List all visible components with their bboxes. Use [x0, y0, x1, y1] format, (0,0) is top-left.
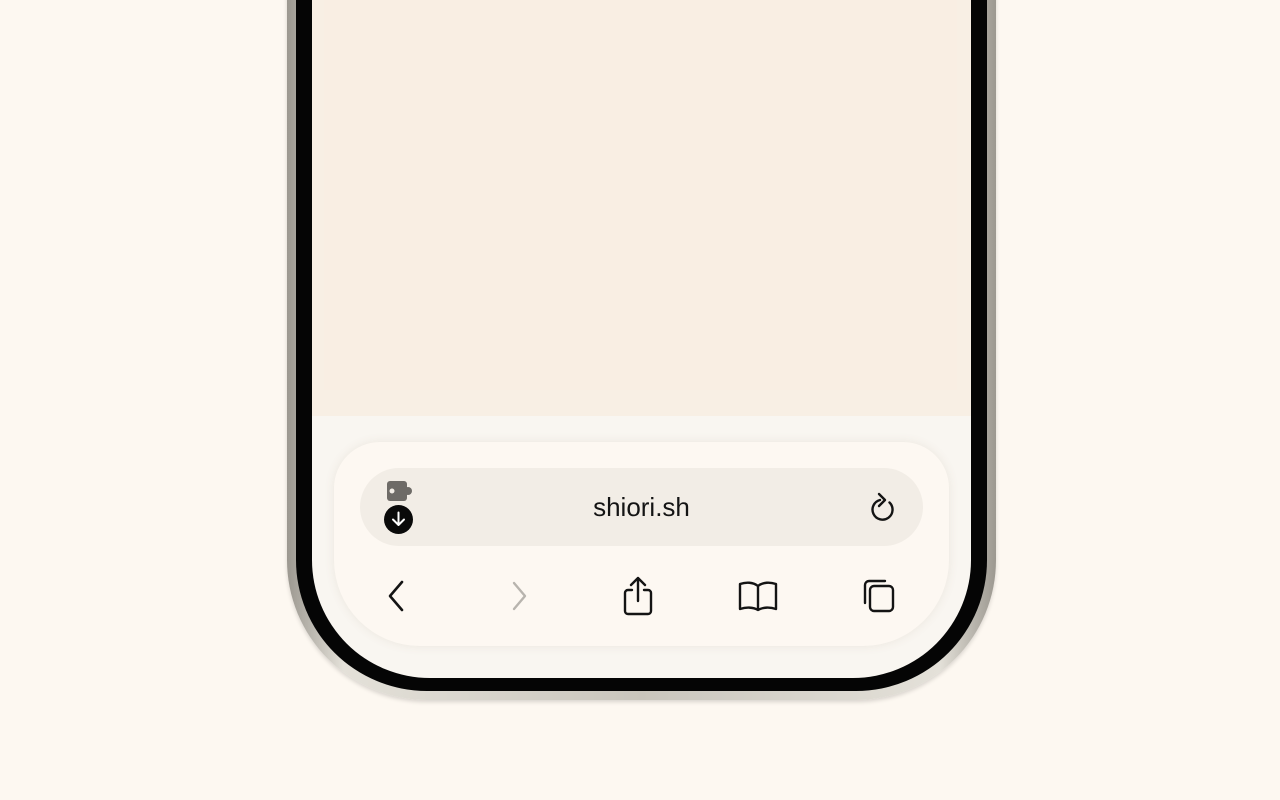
phone-bezel: shiori.sh	[296, 0, 987, 691]
url-text[interactable]: shiori.sh	[360, 468, 923, 546]
forward-button[interactable]	[490, 568, 550, 624]
address-bar[interactable]: shiori.sh	[360, 468, 923, 546]
back-button[interactable]	[366, 568, 426, 624]
book-icon	[738, 581, 778, 612]
web-page-content[interactable]	[312, 0, 971, 416]
phone-frame: shiori.sh	[287, 0, 996, 700]
web-page-body	[324, 0, 957, 390]
browser-bottom-toolbar: shiori.sh	[334, 442, 949, 646]
phone-screen: shiori.sh	[312, 0, 971, 678]
share-button[interactable]	[608, 568, 668, 624]
navigation-row	[334, 568, 949, 624]
chevron-left-icon	[388, 580, 404, 612]
tabs-button[interactable]	[848, 568, 908, 624]
chevron-right-icon	[512, 581, 527, 611]
reload-icon[interactable]	[867, 490, 899, 524]
share-icon	[623, 576, 653, 616]
bookmarks-button[interactable]	[728, 568, 788, 624]
tabs-icon	[863, 579, 895, 613]
